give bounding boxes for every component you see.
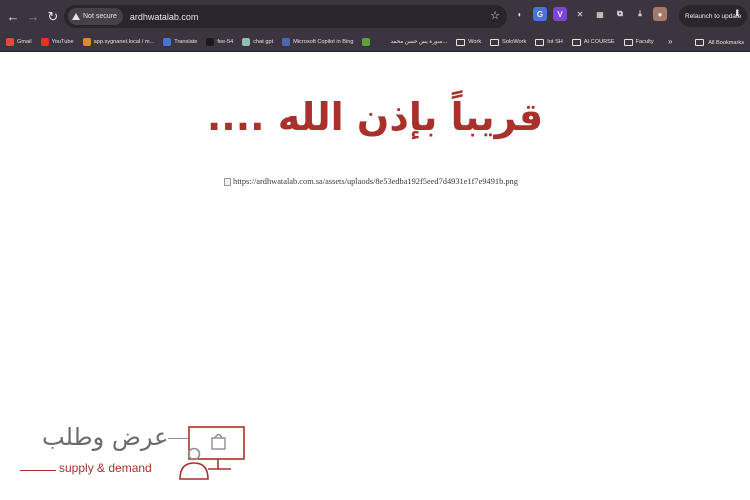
monitor-shape bbox=[188, 426, 245, 460]
android-icon bbox=[362, 38, 371, 46]
bookmark-item[interactable]: AI COURSE bbox=[571, 38, 615, 46]
bookmark-item[interactable] bbox=[362, 38, 371, 46]
broken-image: https://ardhwatalab.com.sa/assets/uplaod… bbox=[224, 177, 518, 186]
copilot-icon bbox=[282, 38, 291, 46]
bookmark-item[interactable]: Gmail bbox=[6, 38, 32, 46]
bookmark-item[interactable]: Work bbox=[456, 38, 482, 46]
quran-icon bbox=[379, 38, 388, 46]
reload-icon: ↻ bbox=[47, 8, 59, 24]
bookmark-label: Faculty bbox=[635, 39, 654, 45]
bookmark-label: AI COURSE bbox=[583, 39, 615, 45]
translate-icon bbox=[163, 38, 172, 46]
bookmark-item[interactable]: YouTube bbox=[40, 38, 74, 46]
all-bookmarks-label: All Bookmarks bbox=[708, 39, 744, 46]
person-body bbox=[179, 462, 209, 480]
folder-icon bbox=[456, 38, 466, 46]
bookmark-label: Microsoft Copilot in Bing bbox=[293, 39, 354, 45]
bookmark-item[interactable]: SoloWork bbox=[490, 38, 527, 46]
warning-icon bbox=[72, 13, 80, 20]
coming-soon-headline: قريباً بإذن الله .... bbox=[206, 95, 544, 139]
address-bar[interactable]: Not secure ardhwatalab.com ☆ bbox=[64, 5, 507, 28]
bag-shape bbox=[211, 437, 226, 450]
folder-icon bbox=[535, 38, 545, 46]
folder-icon bbox=[623, 38, 633, 46]
site-logo: عرض وطلب supply & demand bbox=[20, 423, 250, 485]
bookmark-item[interactable]: app.sygnanet.local / m... bbox=[82, 38, 155, 46]
gmail-icon bbox=[6, 38, 14, 46]
bookmark-label: app.sygnanet.local / m... bbox=[93, 39, 155, 45]
bookmark-label: chat gpt bbox=[253, 39, 274, 45]
back-button[interactable]: ← bbox=[3, 7, 23, 27]
bookmark-label: Work bbox=[468, 39, 482, 45]
security-label: Not secure bbox=[83, 13, 117, 20]
extensions-row: ◐ G V ✕ ▦ ⧉ ⤓ ● bbox=[513, 7, 667, 21]
puzzle-extension-icon[interactable]: ⧉ bbox=[613, 7, 627, 21]
app-icon bbox=[82, 38, 91, 46]
github-icon bbox=[206, 38, 215, 46]
arrow-left-icon: ← bbox=[6, 9, 20, 24]
bookmark-star-icon[interactable]: ☆ bbox=[490, 9, 500, 22]
bookmark-label: YouTube bbox=[51, 39, 74, 45]
bookmark-label: Translate bbox=[174, 39, 198, 45]
shopping-screen-icon bbox=[179, 426, 245, 480]
arrow-right-icon: → bbox=[26, 9, 40, 24]
logo-arabic-text: عرض وطلب bbox=[42, 423, 169, 451]
bookmark-label: سورة يس حسن محمد... bbox=[390, 39, 448, 45]
broken-image-alt: https://ardhwatalab.com.sa/assets/uplaod… bbox=[233, 177, 518, 186]
bookmark-item[interactable]: سورة يس حسن محمد... bbox=[379, 38, 447, 46]
menu-dots-icon[interactable]: ••• bbox=[732, 9, 742, 15]
bookmark-item[interactable]: Translate bbox=[163, 38, 197, 46]
logo-english-text: supply & demand bbox=[59, 461, 152, 475]
broken-image-icon bbox=[224, 177, 231, 186]
reload-button[interactable]: ↻ bbox=[43, 7, 63, 27]
bookmark-item[interactable]: Faculty bbox=[623, 38, 654, 46]
bookmark-label: Gmail bbox=[17, 39, 32, 45]
puzzle-x-extension-icon[interactable]: ✕ bbox=[573, 7, 587, 21]
person-head bbox=[187, 447, 201, 461]
folder-icon bbox=[571, 38, 581, 46]
folder-icon bbox=[695, 39, 705, 46]
bookmark-label: SoloWork bbox=[502, 39, 527, 45]
grid-extension-icon[interactable]: ▦ bbox=[593, 7, 607, 21]
youtube-icon bbox=[40, 38, 49, 46]
all-bookmarks-button[interactable]: All Bookmarks bbox=[695, 33, 744, 52]
relaunch-button[interactable]: Relaunch to update ••• bbox=[679, 5, 747, 27]
folder-icon bbox=[490, 38, 500, 46]
bookmark-label: Iot SH bbox=[547, 39, 563, 45]
v-extension-icon[interactable]: V bbox=[553, 7, 567, 21]
url-text[interactable]: ardhwatalab.com bbox=[130, 12, 199, 22]
download-extension-icon[interactable]: ⤓ bbox=[633, 7, 647, 21]
bookmarks-overflow-icon[interactable]: » bbox=[668, 37, 672, 46]
forward-button[interactable]: → bbox=[23, 7, 43, 27]
chatgpt-icon bbox=[242, 38, 251, 46]
bookmark-item[interactable]: Iot SH bbox=[535, 38, 563, 46]
circle-extension-icon[interactable]: ◐ bbox=[513, 7, 527, 21]
translate-extension-icon[interactable]: G bbox=[533, 7, 547, 21]
bookmark-item[interactable]: Microsoft Copilot in Bing bbox=[282, 38, 353, 46]
logo-underline bbox=[20, 470, 56, 471]
avatar-extension-icon[interactable]: ● bbox=[653, 7, 667, 21]
bookmark-item[interactable]: fee-54 bbox=[206, 38, 233, 46]
bookmark-label: fee-54 bbox=[217, 39, 234, 45]
browser-toolbar: ← → ↻ Not secure ardhwatalab.com ☆ ◐ G V ✕ ▦… bbox=[0, 0, 750, 33]
bookmark-item[interactable]: chat gpt bbox=[242, 38, 273, 46]
security-chip[interactable]: Not secure bbox=[68, 8, 123, 25]
bookmarks-bar: Gmail YouTube app.sygnanet.local / m... Tra… bbox=[0, 33, 750, 52]
